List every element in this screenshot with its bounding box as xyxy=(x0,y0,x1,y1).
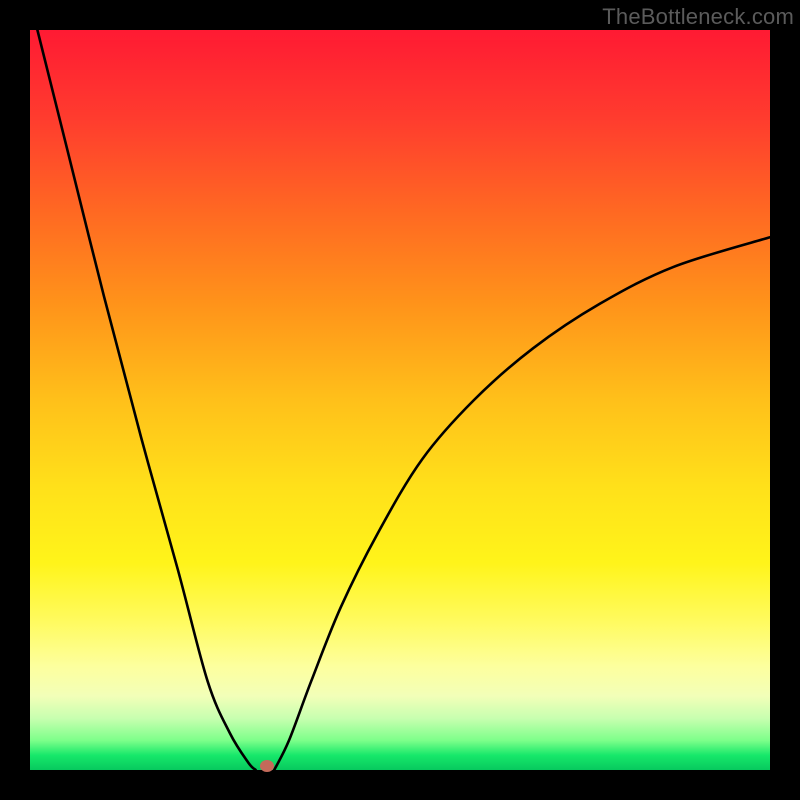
plot-area xyxy=(30,30,770,770)
bottleneck-curve-left xyxy=(37,30,255,770)
curve-svg xyxy=(30,30,770,770)
bottleneck-curve-right xyxy=(274,237,770,770)
optimum-marker xyxy=(260,760,274,772)
chart-frame: TheBottleneck.com xyxy=(0,0,800,800)
watermark-text: TheBottleneck.com xyxy=(602,4,794,30)
